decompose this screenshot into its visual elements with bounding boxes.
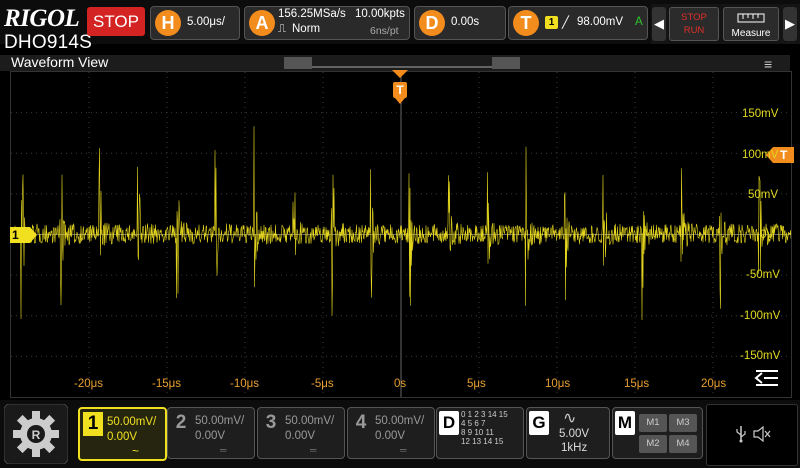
- digital-row: 12 13 14 15: [461, 437, 504, 446]
- delay-panel[interactable]: D 0.00s: [414, 6, 506, 40]
- menu-icon[interactable]: ≡: [764, 56, 772, 72]
- channel-2-box[interactable]: 2 50.00mV/ 0.00V ═: [167, 407, 255, 459]
- coupling-icon: ═: [400, 445, 407, 455]
- trigger-icon: T: [513, 10, 539, 36]
- y-label: 150mV: [742, 108, 779, 120]
- stop-label: STOP: [681, 12, 707, 23]
- svg-text:R: R: [32, 428, 41, 442]
- trigger-slope-icon: ╱: [562, 17, 569, 29]
- gear-icon[interactable]: R: [4, 404, 68, 464]
- coupling-icon: ═: [220, 445, 227, 455]
- memory-position-bar[interactable]: [284, 57, 520, 69]
- generator-frequency: 1kHz: [561, 442, 588, 454]
- next-arrow-icon[interactable]: ▶: [783, 7, 797, 41]
- measure-button[interactable]: Measure: [723, 7, 779, 41]
- right-controls: ◀ STOP RUN Measure ▶: [651, 4, 800, 44]
- ch1-offset-label: 1: [12, 228, 19, 242]
- channel-offset: 0.00V: [375, 430, 406, 442]
- trigger-level-label: T: [780, 148, 788, 162]
- math-box[interactable]: M M1 M3 M2 M4: [612, 407, 703, 459]
- trigger-source-badge: 1: [545, 16, 558, 29]
- y-label: -100mV: [740, 310, 781, 322]
- math-m3-button[interactable]: M3: [669, 414, 697, 432]
- sample-interval: 6ns/pt: [370, 25, 399, 37]
- acquire-mode: Norm: [292, 23, 321, 35]
- horizontal-panel[interactable]: H 5.00μs/: [150, 6, 240, 40]
- acquire-panel[interactable]: A 156.25MSa/s 10.00kpts ⎍ Norm 6ns/pt: [244, 6, 410, 40]
- y-label: 50mV: [748, 189, 779, 201]
- trigger-marker-label: T: [396, 83, 404, 97]
- delay-value: 0.00s: [451, 16, 480, 28]
- x-label: 15μs: [624, 378, 650, 390]
- sample-rate: 156.25MSa/s: [278, 8, 346, 20]
- x-label: -10μs: [230, 378, 259, 390]
- digital-channel-grid: 0 1 2 3 14 15 4 5 6 7 8 9 10 11 12 13 14…: [461, 410, 508, 446]
- memory-depth: 10.00kpts: [355, 8, 405, 20]
- horizontal-icon: H: [155, 10, 181, 36]
- sine-wave-icon: ∿: [563, 410, 577, 427]
- acquire-mode-icon: ⎍: [278, 23, 287, 35]
- channel-4-box[interactable]: 4 50.00mV/ 0.00V ═: [347, 407, 435, 459]
- waveform-display[interactable]: [10, 71, 792, 398]
- channel-scale: 50.00mV/: [375, 415, 425, 427]
- model-name: DHO914S: [4, 32, 92, 53]
- prev-arrow-icon[interactable]: ◀: [652, 7, 666, 41]
- digital-row: 4 5 6 7: [461, 419, 486, 428]
- x-label: 10μs: [545, 378, 571, 390]
- delay-icon: D: [419, 10, 445, 36]
- channel-scale: 50.00mV/: [107, 416, 157, 428]
- x-label: 5μs: [467, 378, 486, 390]
- y-label: -50mV: [746, 269, 780, 281]
- brand-logo: RIGOL: [4, 5, 80, 32]
- generator-letter: G: [529, 411, 549, 435]
- x-label: -5μs: [311, 378, 334, 390]
- channel-scale: 50.00mV/: [195, 415, 245, 427]
- digital-channels-box[interactable]: D 0 1 2 3 14 15 4 5 6 7 8 9 10 11 12 13 …: [436, 407, 524, 459]
- usb-icon[interactable]: [735, 425, 747, 443]
- x-label: -20μs: [74, 378, 103, 390]
- mute-speaker-icon[interactable]: [753, 426, 771, 442]
- y-label: 100mV: [742, 149, 779, 161]
- digital-row: 8 9 10 11: [461, 428, 494, 437]
- run-label: RUN: [683, 25, 705, 36]
- channel-number: 4: [355, 412, 367, 433]
- channel-offset: 0.00V: [107, 431, 138, 443]
- coupling-icon: ~: [132, 444, 140, 458]
- trigger-mode: A: [635, 16, 643, 28]
- stop-run-button[interactable]: STOP RUN: [669, 7, 719, 41]
- math-letter: M: [615, 411, 635, 435]
- x-label: 0s: [394, 378, 407, 390]
- math-m1-button[interactable]: M1: [639, 414, 667, 432]
- y-label: 0V: [760, 229, 775, 241]
- math-m4-button[interactable]: M4: [669, 435, 697, 453]
- digital-letter: D: [439, 411, 459, 435]
- x-label: -15μs: [152, 378, 181, 390]
- acquire-icon: A: [249, 10, 275, 36]
- trigger-panel[interactable]: T 1 ╱ 98.00mV A: [508, 6, 648, 40]
- channel-offset: 0.00V: [195, 430, 226, 442]
- waveform-window-title: Waveform View: [11, 54, 109, 70]
- collapse-labels-icon[interactable]: [754, 368, 780, 388]
- channel-offset: 0.00V: [285, 430, 316, 442]
- digital-row: 0 1 2 3 14 15: [461, 410, 508, 419]
- run-state-badge[interactable]: STOP: [87, 7, 145, 36]
- ruler-icon: [737, 13, 765, 23]
- channel-3-box[interactable]: 3 50.00mV/ 0.00V ═: [257, 407, 345, 459]
- math-m2-button[interactable]: M2: [639, 435, 667, 453]
- channel-1-box[interactable]: 1 50.00mV/ 0.00V ~: [78, 407, 167, 461]
- generator-amplitude: 5.00V: [559, 428, 590, 440]
- channel-number: 1: [83, 412, 103, 436]
- channel-number: 2: [175, 412, 187, 433]
- x-label: 20μs: [701, 378, 727, 390]
- generator-box[interactable]: G ∿ 5.00V 1kHz: [526, 407, 610, 459]
- channel-scale: 50.00mV/: [285, 415, 335, 427]
- timebase-value: 5.00μs/: [187, 16, 225, 28]
- coupling-icon: ═: [310, 445, 317, 455]
- channel-number: 3: [265, 412, 277, 433]
- system-status-box: [706, 404, 798, 466]
- waveform-canvas: [11, 72, 791, 397]
- measure-label: Measure: [731, 28, 771, 39]
- y-label: -150mV: [740, 350, 781, 362]
- trigger-level: 98.00mV: [577, 16, 624, 28]
